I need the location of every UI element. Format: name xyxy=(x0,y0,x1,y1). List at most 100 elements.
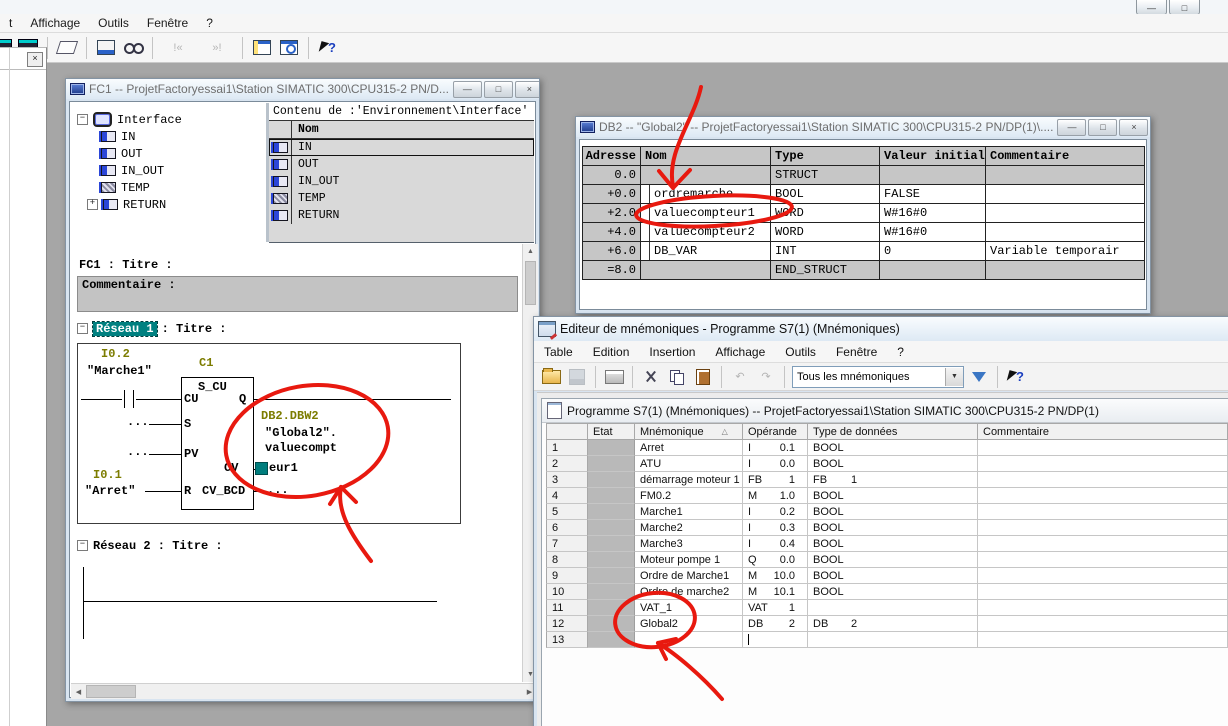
save-icon[interactable] xyxy=(566,366,588,388)
undo-icon[interactable]: ↶ xyxy=(729,366,751,388)
monitor-glasses-icon[interactable] xyxy=(122,37,144,59)
counter-address[interactable]: C1 xyxy=(199,356,213,370)
collapse-icon[interactable]: − xyxy=(77,114,88,125)
open-icon[interactable] xyxy=(540,366,562,388)
db2-restore-button[interactable]: □ xyxy=(1088,119,1117,136)
network2-header[interactable]: − Réseau 2 : Titre : xyxy=(77,537,223,554)
declaration-icon xyxy=(273,176,288,187)
scroll-up-icon[interactable]: ▲ xyxy=(523,244,538,259)
counter-type[interactable]: S_CU xyxy=(198,380,227,394)
print-icon[interactable] xyxy=(603,366,625,388)
tree-item-in[interactable]: IN xyxy=(101,128,266,145)
fc1-titlebar[interactable]: FC1 -- ProjetFactoryessai1\Station SIMAT… xyxy=(66,79,539,99)
tree-item-in-out[interactable]: IN_OUT xyxy=(101,162,266,179)
context-help-icon[interactable]: ? xyxy=(1005,366,1027,388)
fc1-close-button[interactable]: × xyxy=(515,81,539,98)
menu-item-table[interactable]: Table xyxy=(534,345,583,359)
expand-icon[interactable]: + xyxy=(87,199,98,210)
cv-operand-address[interactable]: DB2.DBW2 xyxy=(261,409,319,423)
main-maximize-button[interactable]: □ xyxy=(1169,0,1200,15)
scroll-left-icon[interactable]: ◀ xyxy=(71,684,86,699)
db2-row-valuecompteur1[interactable]: +2.0 valuecompteur1 WORD W#16#0 xyxy=(583,204,1144,223)
scrollbar-thumb[interactable] xyxy=(86,685,136,698)
pv-empty-operand[interactable]: ... xyxy=(127,445,149,459)
reset-symbol[interactable]: "Arret" xyxy=(85,484,135,498)
col-operande[interactable]: Opérande xyxy=(743,423,808,440)
contents-row-in-out[interactable]: IN_OUT xyxy=(269,173,534,190)
tree-item-interface[interactable]: − Interface xyxy=(77,111,266,128)
filter-funnel-icon[interactable] xyxy=(968,366,990,388)
contents-row-return[interactable]: RETURN xyxy=(269,207,534,224)
eraser-icon[interactable] xyxy=(56,37,78,59)
cv-operand-symbol-line2[interactable]: valuecompt xyxy=(265,441,337,455)
overview-window-icon[interactable] xyxy=(251,37,273,59)
menu-item-partial[interactable]: t xyxy=(0,16,21,30)
filter-select[interactable]: Tous les mnémoniques ▼ xyxy=(792,366,964,388)
reset-address[interactable]: I0.1 xyxy=(93,468,122,482)
db2-minimize-button[interactable]: — xyxy=(1057,119,1086,136)
col-type[interactable]: Type de données xyxy=(808,423,978,440)
db2-row-endstruct[interactable]: =8.0 END_STRUCT xyxy=(583,261,1144,280)
goto-previous-icon[interactable]: !« xyxy=(161,37,195,59)
contents-row-out[interactable]: OUT xyxy=(269,156,534,173)
contact-symbol[interactable]: "Marche1" xyxy=(87,364,152,378)
db2-row-ordremarche[interactable]: +0.0 ordremarche BOOL FALSE xyxy=(583,185,1144,204)
dock-close-icon[interactable]: × xyxy=(27,52,43,67)
horizontal-scrollbar[interactable]: ◀ ▶ xyxy=(71,683,537,699)
menu-item-fenetre[interactable]: Fenêtre xyxy=(826,345,887,359)
dropdown-icon[interactable]: ▼ xyxy=(945,368,963,386)
network1-header[interactable]: − Réseau 1 : Titre : xyxy=(77,320,226,337)
db2-row-valuecompteur2[interactable]: +4.0 valuecompteur2 WORD W#16#0 xyxy=(583,223,1144,242)
menu-item-help[interactable]: ? xyxy=(887,345,914,359)
fc1-restore-button[interactable]: □ xyxy=(484,81,513,98)
db2-row-dbvar[interactable]: +6.0 DB_VAR INT 0 Variable temporair xyxy=(583,242,1144,261)
tree-item-temp[interactable]: TEMP xyxy=(101,179,266,196)
tree-item-return[interactable]: + RETURN xyxy=(87,196,266,213)
col-commentaire[interactable]: Commentaire xyxy=(978,423,1228,440)
db2-close-button[interactable]: × xyxy=(1119,119,1148,136)
collapse-icon[interactable]: − xyxy=(77,323,88,334)
col-etat[interactable]: Etat xyxy=(588,423,635,440)
s-empty-operand[interactable]: ... xyxy=(127,415,149,429)
db2-row-struct[interactable]: 0.0 STRUCT xyxy=(583,166,1144,185)
collapse-icon[interactable]: − xyxy=(77,540,88,551)
cut-icon[interactable] xyxy=(640,366,662,388)
col-mnemonique[interactable]: Mnémonique△ xyxy=(635,423,743,440)
copy-icon[interactable] xyxy=(666,366,688,388)
cv-operand-symbol-line3[interactable]: eur1 xyxy=(269,461,298,475)
symbol-table-titlebar[interactable]: Programme S7(1) (Mnémoniques) -- ProjetF… xyxy=(542,399,1228,423)
network1-label[interactable]: Réseau 1 xyxy=(93,322,157,336)
contact-address[interactable]: I0.2 xyxy=(101,347,130,361)
block-title[interactable]: FC1 : Titre : xyxy=(79,258,173,272)
comment-box[interactable]: Commentaire : xyxy=(77,276,518,312)
cvbcd-empty-operand[interactable]: ... xyxy=(267,483,289,497)
db2-titlebar[interactable]: DB2 -- "Global2" -- ProjetFactoryessai1\… xyxy=(576,117,1150,137)
menu-item-affichage[interactable]: Affichage xyxy=(705,345,775,359)
fc1-minimize-button[interactable]: — xyxy=(453,81,482,98)
temp-declaration-icon xyxy=(273,193,288,204)
interface-tree-pane: − Interface IN OUT IN_OUT TEMP + xyxy=(71,103,269,242)
db2-header-row: Adresse Nom Type Valeur initiale Comment… xyxy=(583,147,1144,166)
menu-item-edition[interactable]: Edition xyxy=(583,345,640,359)
goto-next-icon[interactable]: »! xyxy=(200,37,234,59)
redo-icon[interactable]: ↷ xyxy=(755,366,777,388)
contents-row-temp[interactable]: TEMP xyxy=(269,190,534,207)
menu-item-affichage[interactable]: Affichage xyxy=(21,16,89,30)
ladder-editor-pane[interactable]: FC1 : Titre : Commentaire : − Réseau 1 :… xyxy=(71,244,522,682)
menu-item-outils[interactable]: Outils xyxy=(775,345,826,359)
symbol-editor-titlebar[interactable]: Editeur de mnémoniques - Programme S7(1)… xyxy=(534,317,1228,341)
contents-row-in[interactable]: IN xyxy=(269,139,534,156)
contents-column-header[interactable]: Nom xyxy=(269,121,534,139)
cv-operand-symbol-line1[interactable]: "Global2". xyxy=(265,426,337,440)
menu-item-insertion[interactable]: Insertion xyxy=(639,345,705,359)
menu-item-outils[interactable]: Outils xyxy=(89,16,138,30)
menu-item-help[interactable]: ? xyxy=(197,16,222,30)
detail-view-icon[interactable] xyxy=(278,37,300,59)
main-minimize-button[interactable]: — xyxy=(1136,0,1167,15)
display-variable-icon[interactable] xyxy=(95,37,117,59)
context-help-icon[interactable]: ? xyxy=(317,37,339,59)
tree-item-out[interactable]: OUT xyxy=(101,145,266,162)
scrollbar-thumb[interactable] xyxy=(525,261,536,305)
menu-item-fenetre[interactable]: Fenêtre xyxy=(138,16,197,30)
paste-icon[interactable] xyxy=(692,366,714,388)
